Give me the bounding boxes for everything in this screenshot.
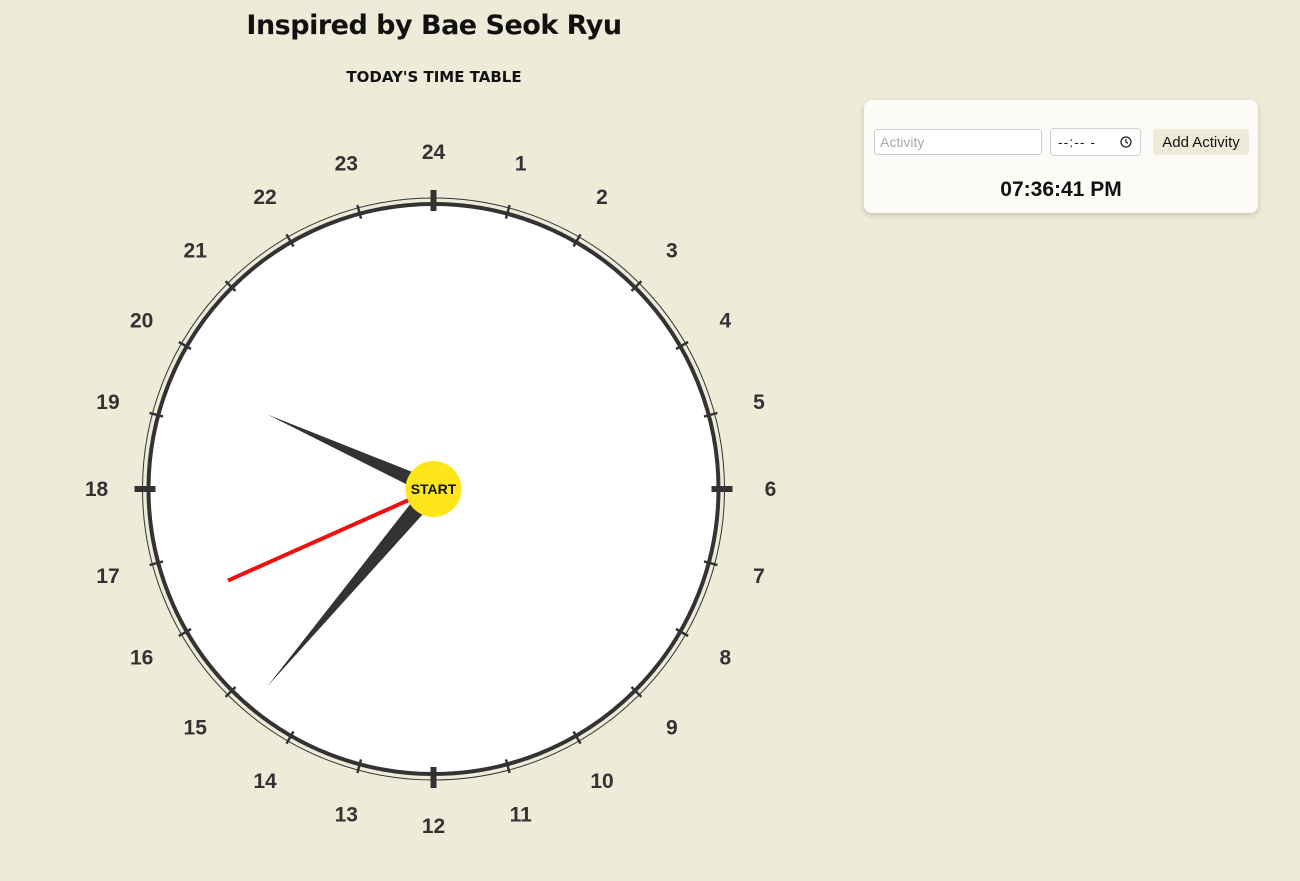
hour-label: 23 — [335, 152, 358, 175]
hour-label: 4 — [720, 310, 732, 333]
time-input[interactable]: --:-- - — [1050, 128, 1141, 156]
hour-label: 7 — [753, 565, 765, 588]
24-hour-clock: 24 1234567891011121314151617181920212223 … — [85, 141, 777, 838]
hour-label: 2 — [596, 186, 608, 209]
hour-label: 12 — [422, 815, 445, 838]
hour-label: 16 — [130, 647, 153, 670]
hour-label: 8 — [720, 647, 732, 670]
hour-label: 20 — [130, 310, 153, 333]
time-input-value: --:-- - — [1058, 134, 1097, 150]
hour-label: 19 — [96, 391, 119, 414]
current-time-display: 07:36:41 PM — [1000, 178, 1122, 201]
hour-label: 10 — [590, 770, 613, 793]
clock-icon[interactable] — [1120, 136, 1132, 148]
hour-label: 17 — [96, 565, 119, 588]
hour-label: 24 — [422, 141, 446, 164]
hour-label: 11 — [510, 804, 533, 827]
hour-label: 13 — [335, 804, 358, 827]
hour-label: 9 — [666, 716, 678, 739]
hour-label: 6 — [765, 478, 777, 501]
activity-panel: --:-- - Add Activity 07:36:41 PM — [864, 100, 1258, 213]
hour-label: 5 — [753, 391, 765, 414]
start-label: START — [411, 481, 457, 497]
activity-input[interactable] — [874, 129, 1042, 155]
hour-label: 22 — [253, 186, 276, 209]
hour-label: 14 — [253, 770, 277, 793]
hour-label: 15 — [184, 716, 208, 739]
hour-label: 1 — [515, 152, 527, 175]
hour-label: 3 — [666, 240, 678, 263]
hour-label: 18 — [85, 478, 109, 501]
hour-label: 21 — [184, 240, 208, 263]
add-activity-button[interactable]: Add Activity — [1153, 129, 1249, 155]
